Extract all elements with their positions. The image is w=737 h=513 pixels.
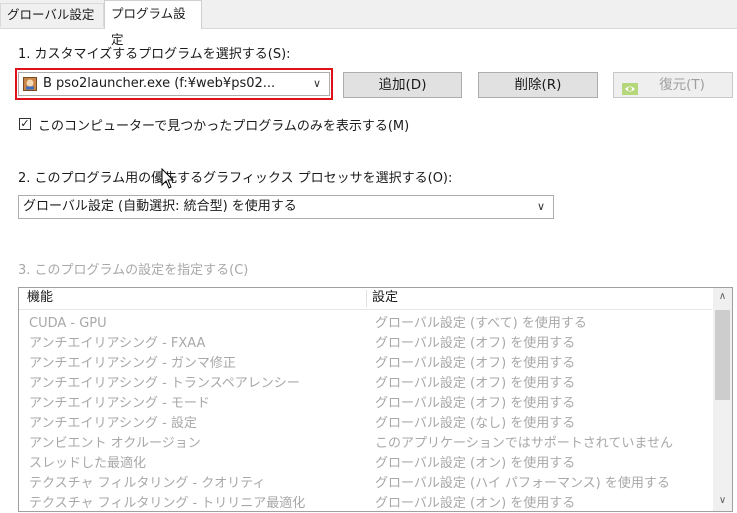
row-feature: アンチエイリアシング - FXAA bbox=[29, 336, 206, 351]
table-row[interactable]: アンチエイリアシング - モード グローバル設定 (オフ) を使用する bbox=[19, 394, 712, 414]
show-found-programs-label: このコンピューターで見つかったプログラムのみを表示する(M) bbox=[38, 119, 410, 134]
row-feature: アンチエイリアシング - 設定 bbox=[29, 416, 197, 431]
grid-header: 機能 設定 bbox=[19, 288, 712, 310]
table-row[interactable]: アンチエイリアシング - 設定 グローバル設定 (なし) を使用する bbox=[19, 414, 712, 434]
nvidia-icon bbox=[622, 79, 638, 95]
mouse-cursor-icon bbox=[161, 167, 175, 194]
column-header-setting[interactable]: 設定 bbox=[372, 288, 398, 309]
table-row[interactable]: アンチエイリアシング - ガンマ修正 グローバル設定 (オフ) を使用する bbox=[19, 354, 712, 374]
row-setting: このアプリケーションではサポートされていません bbox=[375, 436, 673, 451]
table-row[interactable]: アンビエント オクルージョン このアプリケーションではサポートされていません bbox=[19, 434, 712, 454]
row-feature: アンチエイリアシング - ガンマ修正 bbox=[29, 356, 236, 371]
tab-program-settings[interactable]: プログラム設定 bbox=[104, 0, 202, 47]
program-select-combo[interactable]: B pso2launcher.exe (f:¥web¥ps02... ∨ bbox=[18, 72, 330, 96]
row-feature: スレッドした最適化 bbox=[29, 456, 147, 471]
table-row[interactable]: アンチエイリアシング - トランスペアレンシー グローバル設定 (オフ) を使用… bbox=[19, 374, 712, 394]
row-feature: アンチエイリアシング - トランスペアレンシー bbox=[29, 376, 300, 391]
row-setting: グローバル設定 (オフ) を使用する bbox=[375, 376, 576, 391]
step1-label: 1. カスタマイズするプログラムを選択する(S): bbox=[18, 47, 291, 62]
row-feature: アンビエント オクルージョン bbox=[29, 436, 201, 451]
row-feature: アンチエイリアシング - モード bbox=[29, 396, 210, 411]
row-feature: CUDA - GPU bbox=[29, 316, 107, 331]
scrollbar-thumb[interactable] bbox=[715, 310, 730, 400]
row-setting: グローバル設定 (すべて) を使用する bbox=[375, 316, 587, 331]
table-row[interactable]: アンチエイリアシング - FXAA グローバル設定 (オフ) を使用する bbox=[19, 334, 712, 354]
settings-grid: 機能 設定 CUDA - GPU グローバル設定 (すべて) を使用する アンチ… bbox=[18, 287, 733, 512]
table-row[interactable]: スレッドした最適化 グローバル設定 (オン) を使用する bbox=[19, 454, 712, 474]
program-combo-value: B pso2launcher.exe (f:¥web¥ps02... bbox=[43, 76, 276, 91]
row-setting: グローバル設定 (オフ) を使用する bbox=[375, 356, 576, 371]
row-feature: テクスチャ フィルタリング - クオリティ bbox=[29, 476, 266, 491]
row-setting: グローバル設定 (オン) を使用する bbox=[375, 496, 576, 511]
row-feature: テクスチャ フィルタリング - トリリニア最適化 bbox=[29, 496, 306, 511]
scroll-up-arrow-icon[interactable]: ∧ bbox=[713, 288, 732, 305]
table-row[interactable]: テクスチャ フィルタリング - クオリティ グローバル設定 (ハイ パフォーマン… bbox=[19, 474, 712, 494]
column-divider[interactable] bbox=[366, 290, 367, 307]
gpu-select-combo[interactable]: グローバル設定 (自動選択: 統合型) を使用する ∨ bbox=[18, 195, 554, 219]
gpu-combo-value: グローバル設定 (自動選択: 統合型) を使用する bbox=[23, 199, 297, 214]
column-header-feature[interactable]: 機能 bbox=[27, 288, 53, 309]
step3-label: 3. このプログラムの設定を指定する(C) bbox=[18, 263, 249, 278]
vertical-scrollbar[interactable]: ∧ ∨ bbox=[713, 288, 732, 511]
row-setting: グローバル設定 (オン) を使用する bbox=[375, 456, 576, 471]
row-setting: グローバル設定 (オフ) を使用する bbox=[375, 336, 576, 351]
add-button[interactable]: 追加(D) bbox=[343, 72, 462, 98]
remove-button[interactable]: 削除(R) bbox=[478, 72, 598, 98]
table-row[interactable]: CUDA - GPU グローバル設定 (すべて) を使用する bbox=[19, 314, 712, 334]
chevron-down-icon: ∨ bbox=[536, 200, 545, 213]
restore-button[interactable]: 復元(T) bbox=[613, 72, 733, 98]
row-setting: グローバル設定 (なし) を使用する bbox=[375, 416, 576, 431]
program-app-icon bbox=[23, 77, 37, 91]
row-setting: グローバル設定 (ハイ パフォーマンス) を使用する bbox=[375, 476, 670, 491]
table-row[interactable]: テクスチャ フィルタリング - トリリニア最適化 グローバル設定 (オン) を使… bbox=[19, 494, 712, 511]
show-found-programs-checkbox[interactable]: ✓ bbox=[19, 118, 31, 130]
restore-button-label: 復元(T) bbox=[659, 77, 705, 93]
chevron-down-icon: ∨ bbox=[312, 77, 321, 90]
row-setting: グローバル設定 (オフ) を使用する bbox=[375, 396, 576, 411]
tab-global-settings[interactable]: グローバル設定 bbox=[0, 3, 104, 27]
step2-label: 2. このプログラム用の優先するグラフィックス プロセッサを選択する(O): bbox=[18, 171, 453, 186]
scroll-down-arrow-icon[interactable]: ∨ bbox=[713, 492, 732, 509]
